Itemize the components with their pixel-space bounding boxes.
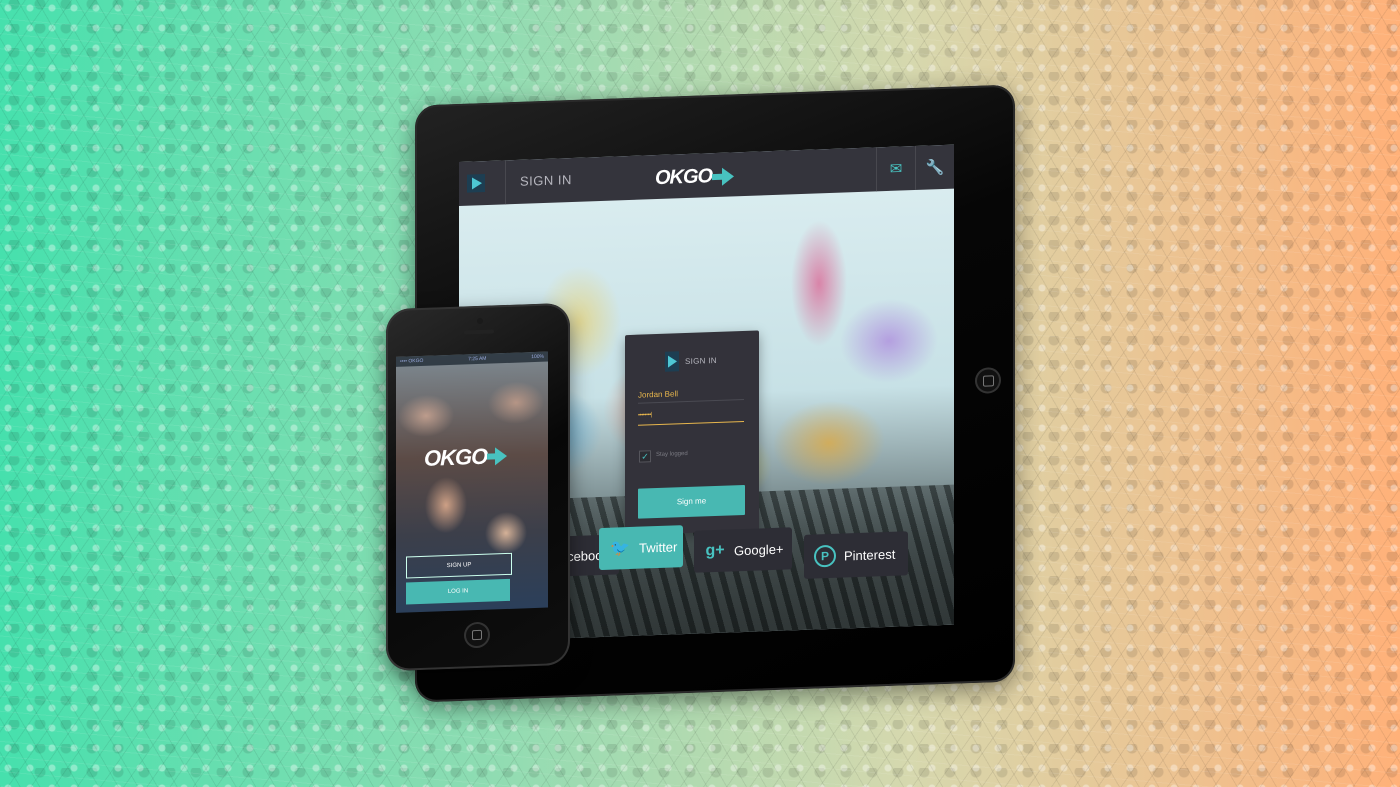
logo-arrow-icon: [722, 166, 735, 186]
twitter-button[interactable]: 🐦 Twitter: [599, 525, 683, 571]
wrench-icon[interactable]: 🔧: [915, 144, 954, 191]
password-field[interactable]: ••••••••|: [638, 408, 744, 426]
okgo-logo: OKGO: [655, 164, 735, 190]
logo-arrow-shaft: [712, 173, 723, 180]
phone-status-bar: •••• OKGO 7:25 AM 100%: [396, 351, 548, 367]
header-actions: ✉ 🔧: [876, 144, 954, 192]
stay-logged-label: Stay logged: [656, 450, 688, 459]
phone-home-button[interactable]: [464, 621, 490, 649]
phone-screen: •••• OKGO 7:25 AM 100% OKGO SIGN UP LOG …: [396, 351, 548, 613]
login-card-title: SIGN IN: [685, 355, 717, 366]
phone-okgo-logo: OKGO: [424, 443, 508, 472]
pinterest-icon: P: [814, 544, 836, 568]
google-plus-icon: g+: [705, 541, 725, 560]
sign-me-button[interactable]: Sign me: [638, 484, 745, 519]
phone-logo-text: OKGO: [424, 443, 488, 471]
google-plus-button[interactable]: g+ Google+: [694, 527, 792, 573]
username-field[interactable]: Jordan Bell: [638, 386, 744, 404]
okgo-logo-text: OKGO: [655, 165, 713, 190]
twitter-bird-icon: 🐦: [610, 539, 630, 558]
login-card: SIGN IN Jordan Bell ••••••••| ✓ Stay log…: [625, 330, 759, 536]
nav-sign-in[interactable]: SIGN IN: [505, 157, 572, 205]
tablet-home-button[interactable]: [975, 367, 1001, 394]
battery-label: 100%: [531, 353, 544, 361]
login-card-header: SIGN IN: [665, 350, 717, 372]
mail-icon[interactable]: ✉: [876, 146, 915, 192]
log-in-button[interactable]: LOG IN: [406, 578, 510, 605]
google-plus-label: Google+: [734, 541, 784, 558]
status-time: 7:25 AM: [468, 355, 487, 363]
phone-logo-arrow-icon: [495, 446, 508, 466]
phone-device: •••• OKGO 7:25 AM 100% OKGO SIGN UP LOG …: [386, 302, 570, 672]
twitter-label: Twitter: [639, 538, 678, 556]
pinterest-button[interactable]: P Pinterest: [804, 531, 908, 579]
phone-speaker: [464, 329, 494, 335]
play-logo-icon: [665, 351, 679, 372]
pinterest-label: Pinterest: [844, 546, 896, 563]
stay-logged-checkbox[interactable]: ✓: [639, 450, 651, 463]
carrier-label: •••• OKGO: [400, 357, 424, 365]
sign-up-button[interactable]: SIGN UP: [406, 552, 512, 579]
phone-camera: [477, 317, 483, 325]
phone-logo-arrow-shaft: [487, 453, 496, 460]
app-play-icon[interactable]: [467, 174, 485, 193]
